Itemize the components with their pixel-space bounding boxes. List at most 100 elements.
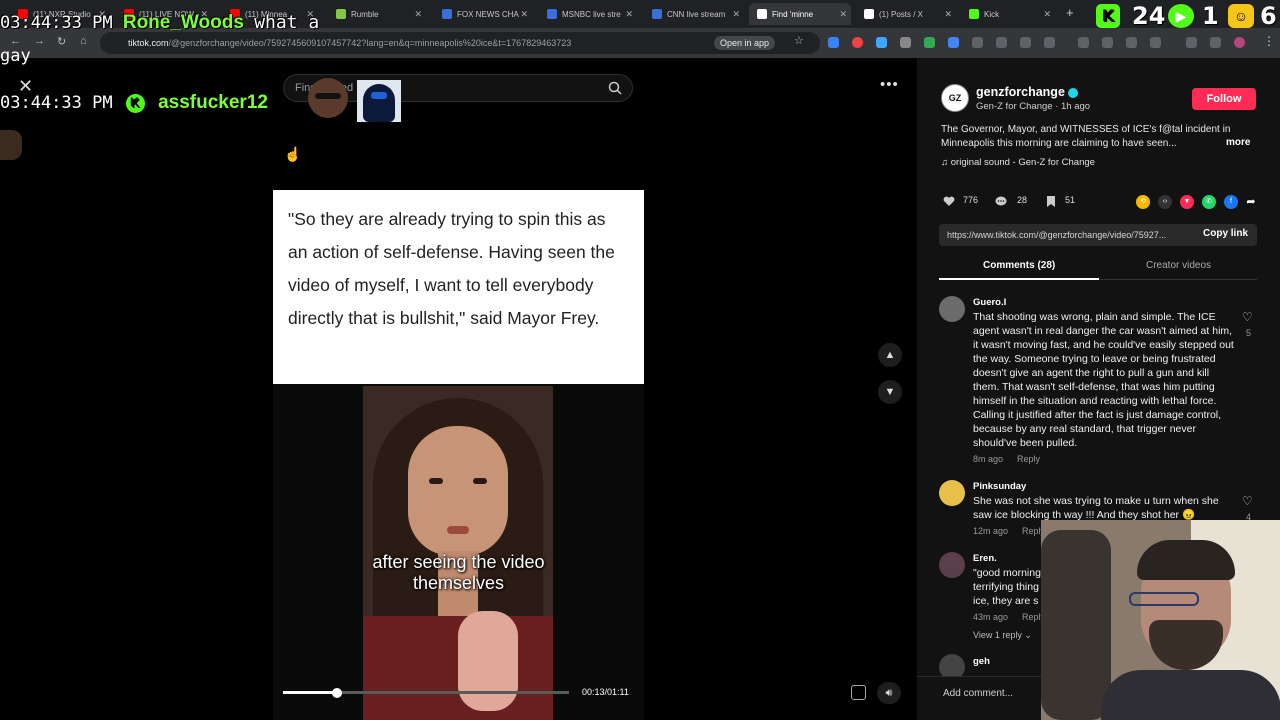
tab-active-indicator xyxy=(939,278,1099,280)
comment-icon[interactable] xyxy=(995,196,1007,207)
extension-icon[interactable] xyxy=(876,37,887,48)
close-tab-icon[interactable]: ✕ xyxy=(520,9,528,20)
commenter-avatar[interactable] xyxy=(939,296,965,322)
close-tab-icon[interactable]: ✕ xyxy=(625,9,633,20)
close-tab-icon[interactable]: ✕ xyxy=(839,9,847,20)
close-tab-icon[interactable]: ✕ xyxy=(944,9,952,20)
browser-tab[interactable]: Kick ✕ xyxy=(961,3,1055,25)
comment-text: That shooting was wrong, plain and simpl… xyxy=(973,311,1234,449)
volume-icon[interactable]: 🔊︎ xyxy=(877,682,901,704)
search-icon[interactable] xyxy=(608,81,622,95)
menu-dots-icon[interactable]: ⋮ xyxy=(1263,34,1275,48)
comment-username[interactable]: Eren. xyxy=(973,553,997,564)
extension-icon[interactable] xyxy=(924,37,935,48)
embed-icon[interactable]: ‹› xyxy=(1158,195,1172,209)
comment-username[interactable]: geh xyxy=(973,656,990,667)
close-tab-icon[interactable]: ✕ xyxy=(1043,9,1051,20)
tab-favicon xyxy=(757,9,767,19)
extension-icon[interactable] xyxy=(996,37,1007,48)
bookmark-icon[interactable] xyxy=(1045,196,1057,207)
extension-icon[interactable] xyxy=(972,37,983,48)
commenter-avatar[interactable] xyxy=(939,552,965,578)
address-bar[interactable]: tiktok.com/@genzforchange/video/75927456… xyxy=(100,32,820,54)
close-tab-icon[interactable]: ✕ xyxy=(732,9,740,20)
view-replies-link[interactable]: View 1 reply ⌄ xyxy=(973,630,1032,641)
share-arrow-icon[interactable]: ➦ xyxy=(1244,195,1258,209)
video-player[interactable]: "So they are already trying to spin this… xyxy=(273,190,644,720)
tab-creator-videos[interactable]: Creator videos xyxy=(1146,260,1211,271)
tab-favicon xyxy=(547,9,557,19)
comment-text: She was not she was trying to make u tur… xyxy=(973,495,1219,521)
music-note-icon: ♫ xyxy=(941,157,951,168)
browser-tab[interactable]: FOX NEWS CHA ✕ xyxy=(434,3,532,25)
copy-link-button[interactable]: Copy link xyxy=(1203,228,1248,239)
author-name[interactable]: genzforchange xyxy=(976,85,1078,99)
more-link[interactable]: more xyxy=(1226,137,1250,148)
comment-text: "good morning terrifying thing ice, they… xyxy=(973,567,1041,607)
follow-button[interactable]: Follow xyxy=(1192,88,1256,110)
screenshot-icon[interactable] xyxy=(1150,37,1161,48)
history-icon[interactable] xyxy=(1078,37,1089,48)
extension-icon[interactable] xyxy=(948,37,959,48)
kick-badge-icon: K xyxy=(125,93,145,113)
extension-icon[interactable] xyxy=(900,37,911,48)
stream-counter: 6 xyxy=(1260,2,1277,30)
new-tab-icon[interactable]: + xyxy=(1066,5,1074,20)
extension-icon[interactable] xyxy=(828,37,839,48)
commenter-avatar[interactable] xyxy=(939,480,965,506)
reload-icon[interactable]: ↻ xyxy=(57,35,66,48)
chat-timestamp: 03:44:33 PM xyxy=(0,13,113,33)
add-comment-input[interactable]: Add comment... xyxy=(943,688,1013,699)
video-caption: after seeing the video themselves xyxy=(372,552,545,593)
home-icon[interactable]: ⌂ xyxy=(80,35,87,47)
like-count: 776 xyxy=(963,195,979,205)
video-progress-bar[interactable] xyxy=(283,691,569,694)
whatsapp-icon[interactable]: ✆ xyxy=(1202,195,1216,209)
browser-tab-active[interactable]: Find 'minne ✕ xyxy=(749,3,851,25)
cast-icon[interactable] xyxy=(1102,37,1113,48)
comment-username[interactable]: Pinksunday xyxy=(973,481,1026,492)
tab-favicon xyxy=(442,9,452,19)
bookmark-star-icon[interactable]: ☆ xyxy=(794,34,804,47)
extension-icon[interactable] xyxy=(1020,37,1031,48)
comment-like-icon[interactable]: ♡ xyxy=(1242,310,1253,324)
browser-tab[interactable]: Rumble ✕ xyxy=(328,3,426,25)
sound-link[interactable]: ♫ original sound - Gen-Z for Change xyxy=(941,157,1095,168)
side-thumbnail[interactable] xyxy=(0,130,22,160)
comment-like-icon[interactable]: ♡ xyxy=(1242,494,1253,508)
overlay-avatar-sunglasses xyxy=(308,78,348,118)
close-tab-icon[interactable]: ✕ xyxy=(414,9,422,20)
next-video-icon[interactable]: ▼ xyxy=(878,380,902,404)
reply-link[interactable]: Reply xyxy=(1017,454,1040,464)
code-icon[interactable] xyxy=(1126,37,1137,48)
chat-message-continued: gay xyxy=(0,46,31,66)
sidebar-icon[interactable] xyxy=(1186,37,1197,48)
send-icon[interactable]: ▼ xyxy=(1180,195,1194,209)
repost-icon[interactable]: ⟲ xyxy=(1136,195,1150,209)
comment-meta: 8m ago Reply xyxy=(973,454,1041,464)
author-avatar[interactable]: GZ xyxy=(941,84,969,112)
author-subtitle: Gen-Z for Change · 1h ago xyxy=(976,101,1091,112)
tab-comments[interactable]: Comments (28) xyxy=(983,260,1055,271)
like-heart-icon[interactable] xyxy=(943,196,955,207)
browser-tab[interactable]: MSNBC live stre ✕ xyxy=(539,3,637,25)
extension-icon[interactable] xyxy=(852,37,863,48)
chat-message: what a xyxy=(254,12,320,33)
comment-username[interactable]: Guero.I xyxy=(973,297,1006,308)
download-icon[interactable] xyxy=(1210,37,1221,48)
previous-video-icon[interactable]: ▲ xyxy=(878,343,902,367)
picture-in-picture-icon[interactable] xyxy=(851,685,866,700)
open-in-app-button[interactable]: Open in app xyxy=(714,36,776,50)
browser-tab[interactable]: CNN live stream ✕ xyxy=(644,3,744,25)
post-description: The Governor, Mayor, and WITNESSES of IC… xyxy=(941,124,1231,149)
more-options-icon[interactable]: ••• xyxy=(880,76,899,93)
browser-tab[interactable]: (1) Posts / X ✕ xyxy=(856,3,956,25)
stream-counter: 24 xyxy=(1132,2,1166,30)
close-icon[interactable]: ✕ xyxy=(18,76,33,97)
facebook-icon[interactable]: f xyxy=(1224,195,1238,209)
video-progress-fill xyxy=(283,691,338,694)
profile-avatar[interactable] xyxy=(1234,37,1245,48)
video-timecode: 00:13/01:11 xyxy=(582,687,629,697)
forward-icon[interactable]: → xyxy=(34,35,45,47)
puzzle-extensions-icon[interactable] xyxy=(1044,37,1055,48)
